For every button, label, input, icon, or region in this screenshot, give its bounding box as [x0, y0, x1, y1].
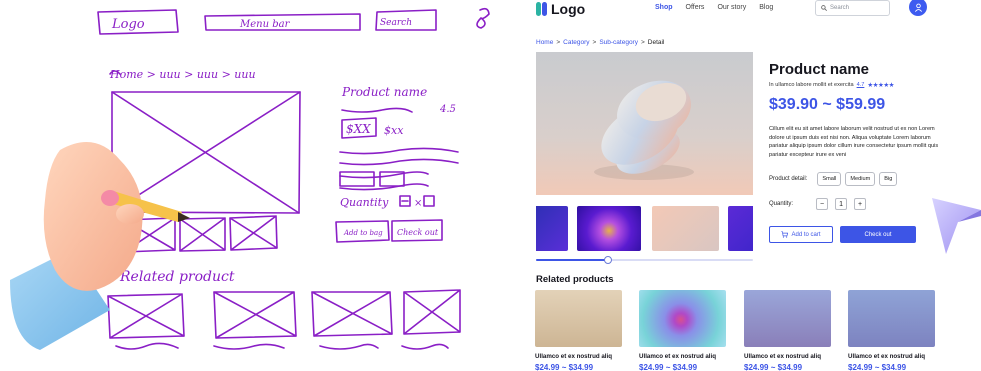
gallery-thumbnail[interactable]: [577, 206, 641, 251]
quantity-increase-button[interactable]: +: [854, 198, 867, 210]
abstract-3d-shape-image: [594, 80, 694, 180]
sketch-option-box: [339, 171, 405, 187]
quantity-label: Quantity:: [769, 201, 794, 207]
related-product-name: Ullamco et ex nostrud aliq: [848, 353, 926, 360]
product-hero-image: [536, 52, 753, 195]
sketch-search-label: Search: [380, 18, 412, 28]
product-page-mockup: Logo Shop Offers Our story Blog Search H…: [528, 0, 981, 371]
cursor-arrow-icon: [932, 198, 981, 254]
search-icon: [821, 5, 827, 11]
add-to-cart-label: Add to cart: [791, 231, 821, 238]
gallery-thumbnail[interactable]: [536, 206, 568, 251]
breadcrumb-category[interactable]: Category: [563, 39, 589, 46]
related-product-price: $24.99 ~ $34.99: [639, 363, 698, 371]
related-product-card[interactable]: Ullamco et ex nostrud aliq $24.99 ~ $34.…: [848, 290, 935, 371]
related-product-image: [848, 290, 935, 347]
related-product-image: [744, 290, 831, 347]
gallery-scrollbar[interactable]: [536, 256, 753, 264]
nav-links: Shop Offers Our story Blog: [655, 4, 773, 11]
product-description: Cillum elit eu sit amet labore laborum v…: [769, 126, 939, 158]
nav-link-our-story[interactable]: Our story: [717, 4, 746, 11]
sketch-add-label: Add to bag: [343, 229, 383, 237]
product-subtitle: In ullamco labore mollit et exercita 4.7…: [769, 81, 894, 89]
sketch-qty-plus: [423, 195, 435, 207]
site-logo[interactable]: Logo: [536, 1, 585, 17]
product-title: Product name: [769, 61, 870, 78]
breadcrumb-current: Detail: [647, 39, 665, 46]
search-input[interactable]: Search: [815, 0, 890, 16]
sketch-checkout-label: Check out: [397, 228, 439, 237]
gallery-thumbnail[interactable]: [652, 206, 719, 251]
breadcrumb-separator-icon: >: [640, 39, 645, 46]
cart-icon: [781, 231, 789, 238]
user-avatar[interactable]: [909, 0, 927, 16]
search-placeholder: Search: [830, 5, 850, 11]
breadcrumb-subcategory[interactable]: Sub-category: [599, 39, 638, 46]
related-product-image: [639, 290, 726, 347]
nav-link-shop[interactable]: Shop: [655, 4, 673, 11]
gallery-scroll-fill: [536, 259, 608, 261]
page: Logo Menu bar Search Home > uuu > uuu > …: [0, 0, 981, 371]
related-products-title: Related products: [536, 274, 614, 285]
logo-text: Logo: [551, 1, 586, 17]
product-detail-label: Product detail:: [769, 176, 808, 182]
nav-link-blog[interactable]: Blog: [759, 4, 773, 11]
logo-icon: [536, 2, 547, 16]
user-icon: [914, 3, 922, 12]
hand-with-pencil-illustration: [10, 142, 190, 350]
related-product-name: Ullamco et ex nostrud aliq: [639, 353, 717, 360]
top-nav: Logo Shop Offers Our story Blog Search: [528, 0, 981, 20]
size-option-small[interactable]: Small: [817, 172, 842, 186]
related-product-price: $24.99 ~ $34.99: [744, 363, 803, 371]
product-price: $39.90 ~ $59.99: [769, 96, 886, 113]
breadcrumb-separator-icon: >: [592, 39, 597, 46]
add-to-cart-button[interactable]: Add to cart: [769, 226, 833, 243]
sketch-qty-minus: [399, 195, 411, 207]
sketch-logo-label: Logo: [111, 17, 145, 32]
sketch-price: $XX: [346, 122, 371, 136]
breadcrumb-home[interactable]: Home: [536, 39, 553, 46]
quantity-stepper: Quantity: − 1 +: [769, 198, 867, 210]
related-product-card[interactable]: Ullamco et ex nostrud aliq $24.99 ~ $34.…: [535, 290, 622, 371]
checkout-button[interactable]: Check out: [840, 226, 916, 243]
nav-link-offers[interactable]: Offers: [686, 4, 705, 11]
size-option-big[interactable]: Big: [879, 172, 898, 186]
gallery-thumbnail[interactable]: [728, 206, 753, 251]
gallery-thumbnails: [536, 206, 753, 251]
related-product-name: Ullamco et ex nostrud aliq: [535, 353, 613, 360]
gallery-scroll-handle[interactable]: [603, 256, 612, 264]
related-product-price: $24.99 ~ $34.99: [848, 363, 907, 371]
quantity-decrease-button[interactable]: −: [816, 198, 829, 210]
breadcrumb-separator-icon: >: [556, 39, 561, 46]
product-detail-options: Product detail: Small Medium Big: [769, 172, 898, 186]
related-product-image: [535, 290, 622, 347]
breadcrumb: Home > Category > Sub-category > Detail: [536, 39, 664, 46]
size-option-medium[interactable]: Medium: [845, 172, 876, 186]
related-product-name: Ullamco et ex nostrud aliq: [744, 353, 822, 360]
star-rating-icon: ★★★★★: [867, 82, 894, 89]
quantity-value[interactable]: 1: [835, 198, 848, 210]
sketch-menu-label: Menu bar: [239, 19, 291, 30]
sketch-breadcrumb: Home > uuu > uuu > uuu: [109, 68, 256, 81]
sketch-rating: 4.5: [439, 104, 456, 115]
related-product-card[interactable]: Ullamco et ex nostrud aliq $24.99 ~ $34.…: [744, 290, 831, 371]
sketch-price2: $xx: [384, 124, 404, 137]
sketch-product-name: Product name: [341, 85, 427, 99]
product-tagline: In ullamco labore mollit et exercita: [769, 82, 854, 88]
rating-value[interactable]: 4.7: [857, 82, 865, 88]
sketch-quantity: Quantity: [340, 196, 389, 209]
related-product-card[interactable]: Ullamco et ex nostrud aliq $24.99 ~ $34.…: [639, 290, 726, 371]
related-product-price: $24.99 ~ $34.99: [535, 363, 594, 371]
svg-text:×: ×: [414, 198, 422, 209]
